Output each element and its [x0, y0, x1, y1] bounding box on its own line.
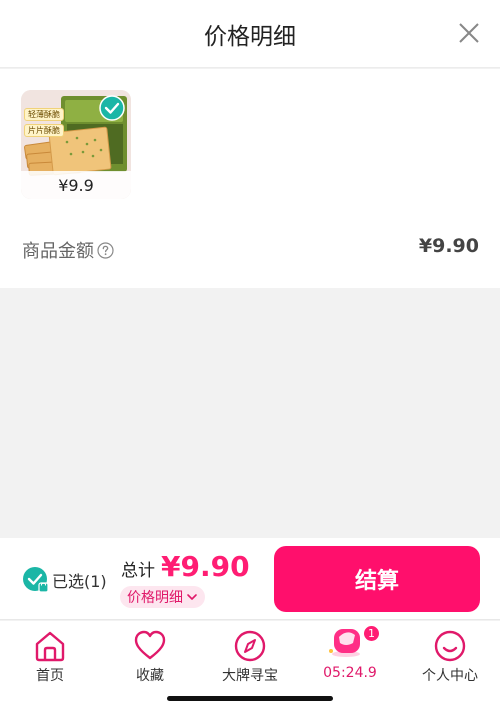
- home-indicator: [167, 696, 333, 701]
- tab-favorites-label: 收藏: [136, 668, 164, 684]
- home-icon: [35, 631, 65, 662]
- select-all-toggle[interactable]: 已选(1): [22, 566, 107, 593]
- checkout-bar: 已选(1) 总计 ¥9.90 价格明细 结算: [0, 538, 500, 620]
- tab-treasure[interactable]: 大牌寻宝: [200, 621, 300, 689]
- tab-home-label: 首页: [36, 668, 64, 684]
- smile-icon: [434, 630, 466, 662]
- bottom-tab-bar: 首页 收藏 大牌寻宝 1 05:24.9 个人中心: [0, 621, 500, 711]
- sheet-title: 价格明细: [204, 24, 296, 50]
- chevron-down-icon: [187, 594, 197, 600]
- tab-favorites[interactable]: 收藏: [100, 621, 200, 689]
- total-label: 总计: [121, 561, 155, 581]
- checkout-button[interactable]: 结算: [274, 546, 480, 612]
- product-tag: 轻薄酥脆: [24, 108, 64, 121]
- selected-check-icon: [99, 95, 125, 121]
- sheet-header: 价格明细: [0, 0, 500, 68]
- heart-icon: [134, 630, 166, 660]
- price-detail-label: 价格明细: [127, 590, 183, 606]
- close-icon: [459, 23, 479, 43]
- cart-timer-label: 05:24.9: [323, 665, 377, 681]
- tab-treasure-label: 大牌寻宝: [222, 668, 278, 684]
- price-detail-content: 轻薄酥脆 片片酥脆 ¥9.9 商品金额 ¥9.90: [0, 69, 500, 288]
- product-tag: 片片酥脆: [24, 124, 64, 137]
- thumbnail-price-bar: ¥9.9: [21, 171, 131, 199]
- thumbnail-price: ¥9.9: [58, 175, 94, 195]
- tab-profile-label: 个人中心: [422, 668, 478, 684]
- check-lock-icon: [23, 567, 49, 593]
- cart-badge: 1: [363, 625, 380, 642]
- selected-count-label: 已选(1): [52, 571, 107, 591]
- total-value: ¥9.90: [161, 550, 250, 583]
- total-row: 总计 ¥9.90: [121, 550, 250, 583]
- tab-profile[interactable]: 个人中心: [400, 621, 500, 689]
- product-thumbnail[interactable]: 轻薄酥脆 片片酥脆 ¥9.9: [21, 90, 131, 199]
- help-icon[interactable]: [97, 241, 114, 259]
- cart-icon: [329, 629, 360, 657]
- amount-row-label: 商品金额: [22, 237, 114, 263]
- compass-icon: [234, 630, 266, 662]
- tab-home[interactable]: 首页: [0, 621, 100, 689]
- close-button[interactable]: [452, 16, 486, 50]
- tab-cart[interactable]: 1 05:24.9: [300, 621, 400, 689]
- amount-value: ¥9.90: [418, 235, 479, 257]
- amount-label: 商品金额: [22, 241, 94, 262]
- price-detail-toggle[interactable]: 价格明细: [120, 586, 205, 608]
